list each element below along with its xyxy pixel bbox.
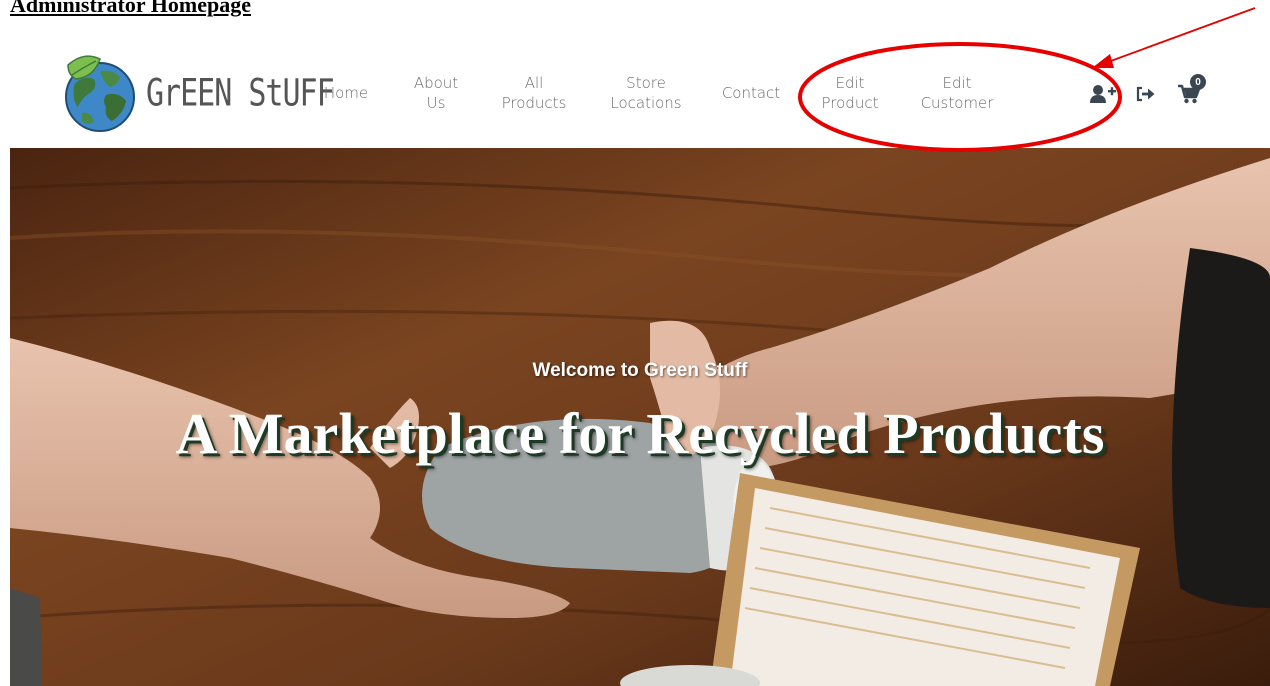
nav-all-products-label-2: Products	[501, 94, 567, 112]
nav-home[interactable]: Home	[318, 38, 374, 148]
hero-title: A Marketplace for Recycled Products	[175, 401, 1105, 466]
nav-about-us[interactable]: About Us	[408, 38, 464, 148]
cart-count-badge: 0	[1190, 74, 1206, 90]
cart-button[interactable]: 0	[1178, 74, 1206, 109]
navbar: GrEEN StUFF Home About Us All Products S…	[10, 38, 1270, 148]
nav-edit-customer[interactable]: Edit Customer	[914, 38, 1000, 148]
nav-about-label-2: Us	[426, 94, 446, 112]
globe-logo-icon	[65, 55, 135, 132]
nav-store-locations-label-2: Locations	[610, 94, 682, 112]
nav-edit-product-label-1: Edit	[835, 74, 865, 92]
brand-name: GrEEN StUFF	[146, 71, 335, 115]
hero-banner: Welcome to Green Stuff A Marketplace for…	[10, 148, 1270, 686]
nav-edit-customer-label-2: Customer	[920, 94, 994, 112]
nav-edit-customer-label-1: Edit	[942, 74, 972, 92]
nav-edit-product[interactable]: Edit Product	[818, 38, 882, 148]
nav-home-label: Home	[323, 84, 369, 102]
nav-contact-label: Contact	[721, 84, 781, 102]
nav-edit-product-label-2: Product	[821, 94, 879, 112]
user-plus-icon	[1090, 85, 1116, 103]
document-heading: Administrator Homepage	[10, 0, 251, 17]
sign-out-icon	[1136, 86, 1155, 102]
add-user-button[interactable]	[1090, 84, 1116, 109]
nav-store-locations[interactable]: Store Locations	[604, 38, 688, 148]
brand-logo[interactable]: GrEEN StUFF	[60, 50, 335, 136]
nav-contact[interactable]: Contact	[716, 38, 786, 148]
nav-about-label-1: About	[413, 74, 459, 92]
logout-button[interactable]	[1136, 86, 1156, 107]
hero-welcome-text: Welcome to Green Stuff	[532, 360, 748, 381]
browser-page: GrEEN StUFF Home About Us All Products S…	[10, 38, 1270, 686]
nav-all-products-label-1: All	[524, 74, 544, 92]
nav-all-products[interactable]: All Products	[496, 38, 572, 148]
nav-store-locations-label-1: Store	[626, 74, 666, 92]
